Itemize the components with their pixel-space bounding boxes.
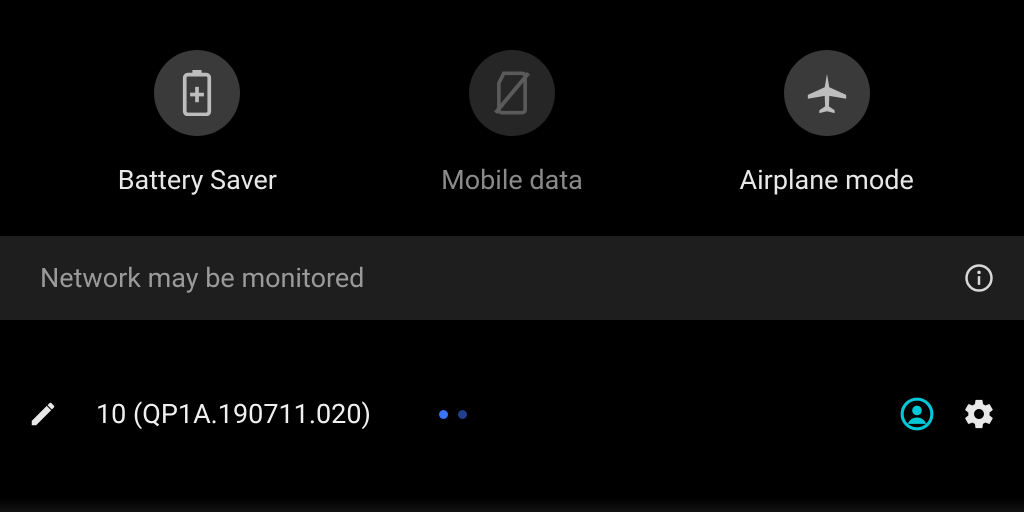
tile-mobile-data[interactable]: Mobile data (372, 50, 652, 196)
edit-icon[interactable] (28, 399, 58, 429)
quick-settings-footer: 10 (QP1A.190711.020) (0, 320, 1024, 512)
user-icon[interactable] (900, 397, 934, 431)
tile-circle (154, 50, 240, 136)
info-icon (964, 263, 994, 293)
quick-settings-panel: Battery Saver Mobile data (0, 0, 1024, 512)
gear-icon[interactable] (962, 397, 996, 431)
network-monitored-banner[interactable]: Network may be monitored (0, 236, 1024, 320)
quick-settings-tiles-row: Battery Saver Mobile data (0, 0, 1024, 236)
tile-label: Airplane mode (739, 164, 913, 196)
airplane-icon (804, 70, 850, 116)
tile-battery-saver[interactable]: Battery Saver (57, 50, 337, 196)
battery-plus-icon (178, 70, 216, 116)
page-indicator (439, 410, 467, 419)
tile-label: Mobile data (441, 164, 583, 196)
tile-circle (469, 50, 555, 136)
tile-airplane-mode[interactable]: Airplane mode (687, 50, 967, 196)
build-version-text: 10 (QP1A.190711.020) (96, 398, 371, 430)
page-dot (458, 410, 467, 419)
tile-circle (784, 50, 870, 136)
banner-text: Network may be monitored (40, 262, 364, 294)
page-dot-active (439, 410, 448, 419)
no-sim-icon (492, 70, 532, 116)
tile-label: Battery Saver (118, 164, 277, 196)
